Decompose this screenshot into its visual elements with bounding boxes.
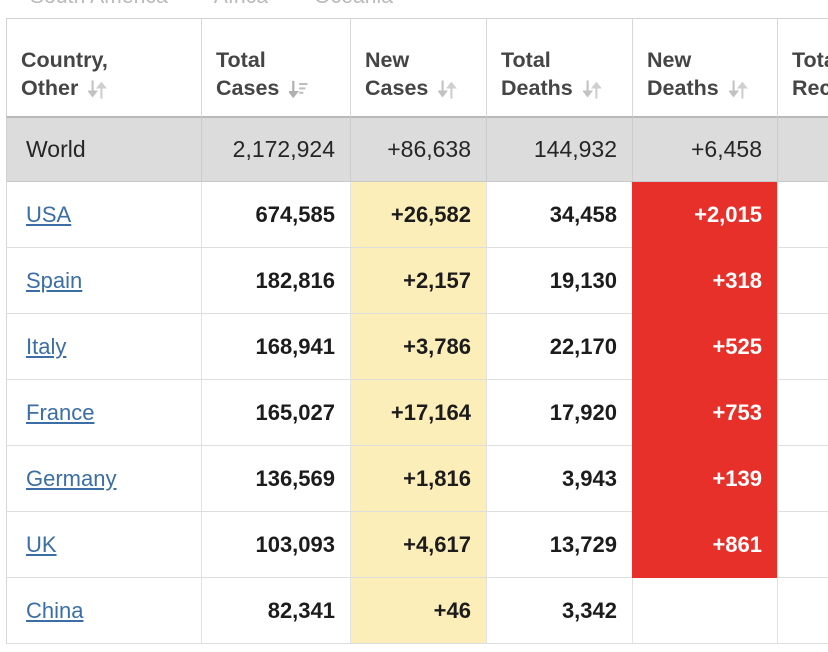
table-row: China 82,341 +46 3,342 (6, 578, 828, 644)
country-stats-table-wrapper: Country, Other Total Cases New Cases Tot… (6, 18, 828, 644)
column-header-total-cases-line2: Cases (216, 76, 280, 101)
cell-total-deaths: 3,342 (486, 578, 632, 644)
coronavirus-stats-page: South America Africa Oceania Country, (0, 0, 828, 652)
column-header-new-deaths[interactable]: New Deaths (632, 18, 777, 118)
cell-new-deaths (632, 578, 777, 644)
continent-tab-strip: South America Africa Oceania (0, 0, 828, 8)
column-header-total-deaths[interactable]: Total Deaths (486, 18, 632, 118)
cell-country: China (6, 578, 201, 644)
table-row-world: World 2,172,924 +86,638 144,932 +6,458 (6, 118, 828, 182)
cell-new-cases: +46 (350, 578, 486, 644)
sort-both-icon-country[interactable] (88, 79, 108, 100)
country-link-usa[interactable]: USA (26, 202, 71, 227)
cell-new-cases: +4,617 (350, 512, 486, 578)
cell-country: Germany (6, 446, 201, 512)
cell-country: Italy (6, 314, 201, 380)
cell-country: France (6, 380, 201, 446)
cell-total-recovered (777, 248, 828, 314)
cell-total-recovered (777, 118, 828, 182)
cell-new-deaths: +2,015 (632, 182, 777, 248)
cell-new-cases: +3,786 (350, 314, 486, 380)
cell-total-cases: 674,585 (201, 182, 350, 248)
cell-new-deaths: +525 (632, 314, 777, 380)
column-header-new-deaths-line1: New (647, 48, 692, 73)
column-header-total-deaths-line1: Total (501, 48, 551, 73)
tab-south-america[interactable]: South America (30, 0, 168, 9)
cell-total-recovered (777, 314, 828, 380)
cell-total-recovered (777, 182, 828, 248)
cell-new-deaths: +6,458 (632, 118, 777, 182)
sort-descending-icon-total-cases[interactable] (289, 79, 308, 100)
cell-total-cases: 136,569 (201, 446, 350, 512)
cell-total-deaths: 3,943 (486, 446, 632, 512)
column-header-country-line2: Other (21, 76, 79, 101)
column-header-new-cases-line1: New (365, 48, 410, 73)
column-header-new-cases-line2: Cases (365, 76, 429, 101)
cell-total-cases: 165,027 (201, 380, 350, 446)
country-link-china[interactable]: China (26, 598, 83, 623)
table-header-row: Country, Other Total Cases New Cases Tot… (6, 18, 828, 118)
column-header-total-cases-line1: Total (216, 48, 266, 73)
cell-total-cases: 103,093 (201, 512, 350, 578)
cell-total-recovered (777, 578, 828, 644)
cell-total-deaths: 34,458 (486, 182, 632, 248)
table-header: Country, Other Total Cases New Cases Tot… (6, 18, 828, 118)
cell-total-deaths: 144,932 (486, 118, 632, 182)
column-header-total-recovered-line2: Rec (792, 76, 828, 101)
cell-total-deaths: 22,170 (486, 314, 632, 380)
cell-total-recovered (777, 446, 828, 512)
column-header-country-line1: Country, (21, 48, 108, 73)
cell-new-deaths: +318 (632, 248, 777, 314)
table-row: UK 103,093 +4,617 13,729 +861 (6, 512, 828, 578)
cell-total-cases: 2,172,924 (201, 118, 350, 182)
country-label: World (26, 136, 86, 162)
cell-total-deaths: 19,130 (486, 248, 632, 314)
column-header-total-recovered-line1: Total (792, 48, 828, 73)
cell-total-recovered (777, 380, 828, 446)
cell-total-cases: 168,941 (201, 314, 350, 380)
cell-country: UK (6, 512, 201, 578)
cell-total-recovered (777, 512, 828, 578)
table-body: World 2,172,924 +86,638 144,932 +6,458 USA 674… (6, 118, 828, 644)
column-header-new-cases[interactable]: New Cases (350, 18, 486, 118)
table-row: Italy 168,941 +3,786 22,170 +525 (6, 314, 828, 380)
cell-new-deaths: +861 (632, 512, 777, 578)
cell-new-cases: +1,816 (350, 446, 486, 512)
table-row: France 165,027 +17,164 17,920 +753 (6, 380, 828, 446)
cell-new-cases: +26,582 (350, 182, 486, 248)
column-header-total-deaths-line2: Deaths (501, 76, 573, 101)
sort-both-icon-new-deaths[interactable] (728, 79, 748, 100)
column-header-total-recovered[interactable]: Total Rec (777, 18, 828, 118)
cell-total-cases: 82,341 (201, 578, 350, 644)
sort-both-icon-new-cases[interactable] (438, 79, 458, 100)
cell-total-deaths: 17,920 (486, 380, 632, 446)
cell-new-cases: +2,157 (350, 248, 486, 314)
cell-total-deaths: 13,729 (486, 512, 632, 578)
country-link-spain[interactable]: Spain (26, 268, 82, 293)
tab-africa[interactable]: Africa (214, 0, 268, 9)
cell-country: World (6, 118, 201, 182)
cell-new-cases: +86,638 (350, 118, 486, 182)
column-header-country[interactable]: Country, Other (6, 18, 201, 118)
cell-country: USA (6, 182, 201, 248)
column-header-total-cases[interactable]: Total Cases (201, 18, 350, 118)
sort-both-icon-total-deaths[interactable] (582, 79, 602, 100)
country-link-germany[interactable]: Germany (26, 466, 116, 491)
country-link-italy[interactable]: Italy (26, 334, 66, 359)
tab-oceania[interactable]: Oceania (314, 0, 393, 9)
table-row: Spain 182,816 +2,157 19,130 +318 (6, 248, 828, 314)
cell-new-cases: +17,164 (350, 380, 486, 446)
table-row: Germany 136,569 +1,816 3,943 +139 (6, 446, 828, 512)
table-row: USA 674,585 +26,582 34,458 +2,015 (6, 182, 828, 248)
cell-country: Spain (6, 248, 201, 314)
cell-total-cases: 182,816 (201, 248, 350, 314)
country-link-uk[interactable]: UK (26, 532, 57, 557)
column-header-new-deaths-line2: Deaths (647, 76, 719, 101)
country-stats-table: Country, Other Total Cases New Cases Tot… (6, 18, 828, 644)
cell-new-deaths: +139 (632, 446, 777, 512)
country-link-france[interactable]: France (26, 400, 94, 425)
cell-new-deaths: +753 (632, 380, 777, 446)
